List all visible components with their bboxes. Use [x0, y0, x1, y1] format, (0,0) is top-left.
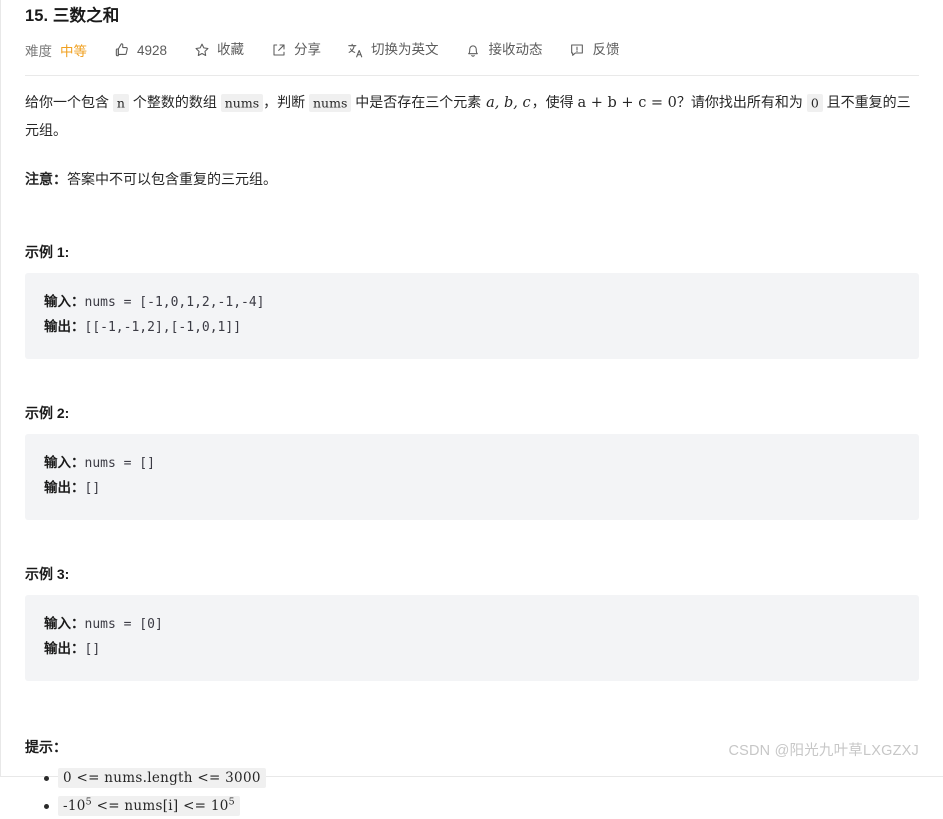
translate-label: 切换为英文 — [371, 42, 439, 57]
input-value: nums = [] — [84, 456, 155, 471]
example-2-codeblock: 输入：nums = [] 输出：[] — [25, 434, 919, 520]
list-item: -105 <= nums[i] <= 105 — [44, 793, 919, 819]
output-value: [] — [84, 481, 101, 496]
thumbs-up-icon — [113, 42, 130, 59]
like-button[interactable]: 4928 — [113, 42, 167, 59]
example-2-input-line: 输入：nums = [] — [44, 451, 900, 476]
input-value: nums = [0] — [84, 617, 163, 632]
math-variables: a, b, c — [486, 95, 531, 111]
share-icon — [270, 42, 287, 59]
desc-text-1: 给你一个包含 — [25, 94, 109, 110]
example-3-output-line: 输出：[] — [44, 637, 900, 662]
output-label: 输出： — [44, 641, 85, 656]
desc-text-4: 中是否存在三个元素 — [355, 94, 482, 110]
constraint-value: -105 <= nums[i] <= 105 — [58, 796, 241, 816]
example-1-codeblock: 输入：nums = [-1,0,1,2,-1,-4] 输出：[[-1,-1,2]… — [25, 273, 919, 359]
example-3-heading: 示例 3: — [25, 566, 70, 582]
output-value: [[-1,-1,2],[-1,0,1]] — [84, 320, 242, 335]
example-2-heading: 示例 2: — [25, 405, 70, 421]
input-label: 输入： — [44, 294, 85, 309]
example-1-heading: 示例 1: — [25, 244, 70, 260]
translate-button[interactable]: 切换为英文 — [347, 41, 439, 59]
problem-description: 给你一个包含 n 个整数的数组 nums ，判断 nums 中是否存在三个元素 a… — [25, 76, 919, 192]
favorite-button[interactable]: 收藏 — [193, 41, 244, 59]
example-1-output-line: 输出：[[-1,-1,2],[-1,0,1]] — [44, 315, 900, 340]
example-3-codeblock: 输入：nums = [0] 输出：[] — [25, 595, 919, 681]
problem-page: 15. 三数之和 难度 中等 4928 收藏 分享 切换为英文 接收动态 反馈 … — [0, 0, 943, 816]
csdn-watermark: CSDN @阳光九叶草LXGZXJ — [728, 743, 919, 759]
difficulty-label: 难度 — [25, 44, 52, 59]
like-count: 4928 — [137, 42, 168, 58]
note-paragraph: 注意：答案中不可以包含重复的三元组。 — [25, 166, 919, 192]
title-row: 15. 三数之和 — [25, 0, 919, 29]
page-title: 15. 三数之和 — [25, 7, 120, 25]
example-2-output-line: 输出：[] — [44, 476, 900, 501]
note-text: 答案中不可以包含重复的三元组。 — [67, 171, 277, 187]
output-label: 输出： — [44, 319, 85, 334]
problem-content: 15. 三数之和 难度 中等 4928 收藏 分享 切换为英文 接收动态 反馈 … — [1, 0, 943, 819]
translate-icon — [347, 42, 364, 59]
description-paragraph: 给你一个包含 n 个整数的数组 nums ，判断 nums 中是否存在三个元素 a… — [25, 89, 919, 144]
inline-code-nums-2: nums — [309, 93, 352, 112]
problem-toolbar: 难度 中等 4928 收藏 分享 切换为英文 接收动态 反馈 — [25, 31, 919, 69]
constraint-length: 0 <= nums.length <= 3000 — [58, 768, 266, 788]
constraint-value-pre: -10 — [63, 798, 86, 814]
constraints-list: 0 <= nums.length <= 3000 -10 5 <= nums[i]… — [25, 765, 919, 819]
input-label: 输入： — [44, 616, 85, 631]
star-icon — [193, 42, 210, 59]
feedback-button[interactable]: 反馈 — [569, 41, 620, 59]
subscribe-button[interactable]: 接收动态 — [465, 41, 543, 59]
list-item: 0 <= nums.length <= 3000 — [44, 765, 919, 791]
bell-icon — [465, 42, 482, 59]
output-value: [] — [84, 642, 101, 657]
constraint-value-sup-b: 5 — [228, 796, 236, 808]
example-3-input-line: 输入：nums = [0] — [44, 612, 900, 637]
share-label: 分享 — [294, 42, 322, 57]
desc-text-2: 个整数的数组 — [132, 94, 217, 110]
inline-code-zero: 0 — [806, 93, 823, 112]
desc-text-3: ，判断 — [263, 94, 306, 110]
input-label: 输入： — [44, 455, 85, 470]
favorite-label: 收藏 — [217, 42, 245, 57]
desc-text-5: ，使得 — [531, 94, 574, 110]
inline-code-n: n — [112, 93, 129, 112]
difficulty-indicator: 难度 中等 — [25, 40, 87, 60]
inline-code-nums-1: nums — [220, 93, 264, 112]
subscribe-label: 接收动态 — [488, 42, 543, 57]
share-button[interactable]: 分享 — [270, 41, 321, 59]
input-value: nums = [-1,0,1,2,-1,-4] — [84, 295, 265, 310]
output-label: 输出： — [44, 480, 85, 495]
example-1-input-line: 输入：nums = [-1,0,1,2,-1,-4] — [44, 290, 900, 315]
feedback-label: 反馈 — [592, 42, 620, 57]
feedback-icon — [569, 42, 586, 59]
difficulty-value: 中等 — [60, 44, 87, 59]
note-label: 注意： — [25, 171, 67, 187]
constraint-value-mid: <= nums[i] <= 10 — [92, 798, 229, 814]
desc-text-6: ？请你找出所有和为 — [676, 94, 803, 110]
math-equation: a + b + c = 0 — [577, 95, 677, 111]
